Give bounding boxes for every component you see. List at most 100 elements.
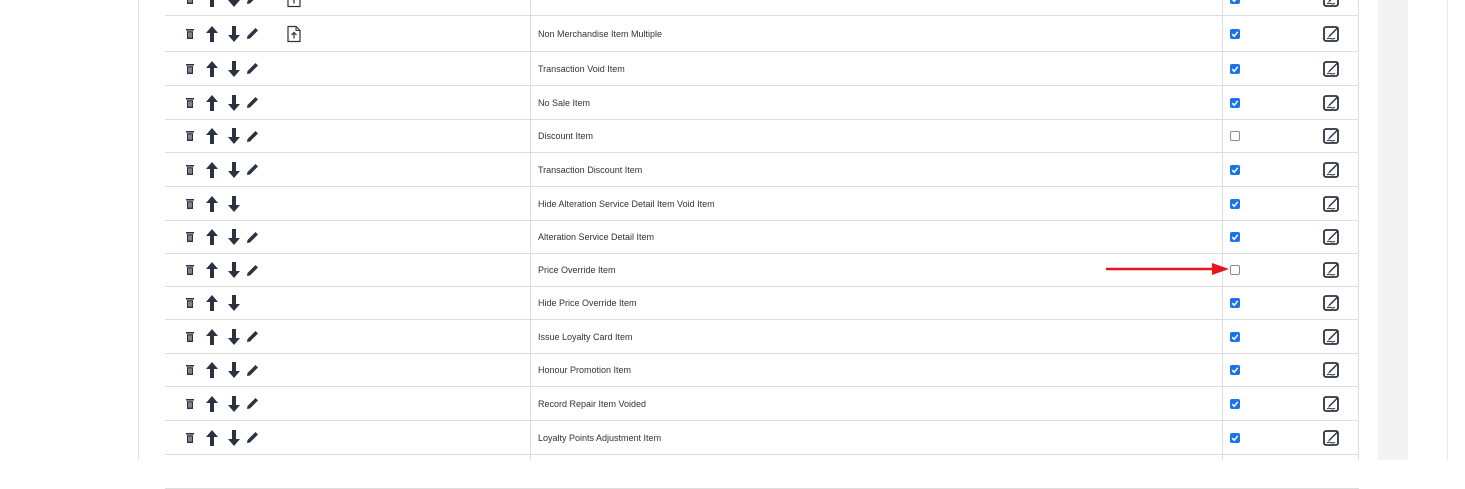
trash-icon[interactable] [179, 393, 201, 415]
edit-record-icon[interactable] [1323, 0, 1341, 8]
pencil-icon[interactable] [245, 23, 259, 45]
edit-record-icon[interactable] [1323, 395, 1341, 413]
trash-icon[interactable] [179, 326, 201, 348]
arrow-up-icon[interactable] [201, 359, 223, 381]
arrow-down-icon[interactable] [223, 359, 245, 381]
arrow-down-icon[interactable] [223, 125, 245, 147]
edit-record-icon[interactable] [1323, 94, 1341, 112]
arrow-up-icon[interactable] [201, 92, 223, 114]
row-actions [179, 0, 259, 15]
arrow-up-icon[interactable] [201, 159, 223, 181]
enabled-checkbox[interactable] [1230, 131, 1240, 141]
trash-icon[interactable] [179, 58, 201, 80]
pencil-icon[interactable] [245, 427, 259, 449]
arrow-down-icon[interactable] [223, 393, 245, 415]
table-row [165, 455, 1359, 489]
arrow-down-icon[interactable] [223, 159, 245, 181]
pencil-icon[interactable] [245, 58, 259, 80]
trash-icon[interactable] [179, 125, 201, 147]
edit-record-icon[interactable] [1323, 328, 1341, 346]
arrow-down-icon[interactable] [223, 292, 245, 314]
pencil-icon[interactable] [245, 326, 259, 348]
trash-icon[interactable] [179, 23, 201, 45]
arrow-up-icon[interactable] [201, 58, 223, 80]
pencil-icon[interactable] [245, 259, 259, 281]
document-upload-icon[interactable] [287, 25, 301, 42]
pencil-icon[interactable] [245, 226, 259, 248]
arrow-up-icon[interactable] [201, 226, 223, 248]
edit-record-icon[interactable] [1323, 261, 1341, 279]
edit-record-icon[interactable] [1323, 429, 1341, 447]
enabled-checkbox[interactable] [1230, 164, 1240, 175]
items-table: Non Merchandise Item Multiple Transaction… [165, 0, 1359, 489]
trash-icon[interactable] [179, 159, 201, 181]
enabled-checkbox[interactable] [1230, 265, 1240, 275]
trash-icon[interactable] [179, 292, 201, 314]
row-label: Non Merchandise Item Multiple [538, 28, 663, 39]
enabled-checkbox[interactable] [1230, 0, 1240, 4]
arrow-down-icon[interactable] [223, 193, 245, 215]
pencil-icon[interactable] [245, 359, 259, 381]
trash-icon[interactable] [179, 193, 201, 215]
row-label: Record Repair Item Voided [538, 398, 647, 409]
edit-record-icon[interactable] [1323, 25, 1341, 43]
trash-icon[interactable] [179, 427, 201, 449]
arrow-up-icon[interactable] [201, 0, 223, 10]
table-row [165, 0, 1359, 16]
enabled-checkbox[interactable] [1230, 97, 1240, 108]
enabled-checkbox[interactable] [1230, 232, 1240, 242]
trash-icon[interactable] [179, 259, 201, 281]
enabled-checkbox[interactable] [1230, 365, 1240, 375]
right-gutter [1378, 0, 1408, 460]
arrow-down-icon[interactable] [223, 58, 245, 80]
pencil-icon[interactable] [245, 92, 259, 114]
arrow-up-icon[interactable] [201, 292, 223, 314]
edit-record-icon[interactable] [1323, 361, 1341, 379]
enabled-checkbox[interactable] [1230, 432, 1240, 443]
red-arrow-annotation [1106, 263, 1229, 275]
arrow-down-icon[interactable] [223, 23, 245, 45]
trash-icon[interactable] [179, 92, 201, 114]
trash-icon[interactable] [179, 359, 201, 381]
pencil-icon[interactable] [245, 393, 259, 415]
document-upload-icon[interactable] [287, 0, 301, 7]
enabled-checkbox[interactable] [1230, 398, 1240, 409]
row-label: Discount Item [538, 131, 594, 141]
enabled-checkbox[interactable] [1230, 298, 1240, 308]
enabled-checkbox[interactable] [1230, 331, 1240, 342]
arrow-down-icon[interactable] [223, 0, 245, 10]
row-actions [179, 86, 259, 119]
pencil-icon[interactable] [245, 0, 259, 10]
arrow-down-icon[interactable] [223, 259, 245, 281]
edit-record-icon[interactable] [1323, 60, 1341, 78]
arrow-down-icon[interactable] [223, 226, 245, 248]
pencil-icon[interactable] [245, 159, 259, 181]
row-actions [179, 287, 245, 319]
arrow-up-icon[interactable] [201, 23, 223, 45]
edit-record-icon[interactable] [1323, 127, 1341, 145]
arrow-up-icon[interactable] [201, 393, 223, 415]
edit-record-icon[interactable] [1323, 228, 1341, 246]
arrow-up-icon[interactable] [201, 326, 223, 348]
table-row: No Sale Item [165, 86, 1359, 120]
row-label: Hide Price Override Item [538, 298, 637, 308]
arrow-up-icon[interactable] [201, 259, 223, 281]
edit-record-icon[interactable] [1323, 195, 1341, 213]
row-label: Issue Loyalty Card Item [538, 331, 633, 342]
arrow-down-icon[interactable] [223, 92, 245, 114]
enabled-checkbox[interactable] [1230, 198, 1240, 209]
arrow-up-icon[interactable] [201, 427, 223, 449]
edit-record-icon[interactable] [1323, 294, 1341, 312]
row-label: Transaction Discount Item [538, 164, 643, 175]
table-row: Transaction Discount Item [165, 153, 1359, 187]
trash-icon[interactable] [179, 226, 201, 248]
enabled-checkbox[interactable] [1230, 28, 1240, 39]
arrow-up-icon[interactable] [201, 125, 223, 147]
enabled-checkbox[interactable] [1230, 63, 1240, 74]
arrow-down-icon[interactable] [223, 326, 245, 348]
pencil-icon[interactable] [245, 125, 259, 147]
edit-record-icon[interactable] [1323, 161, 1341, 179]
arrow-up-icon[interactable] [201, 193, 223, 215]
trash-icon[interactable] [179, 0, 201, 10]
arrow-down-icon[interactable] [223, 427, 245, 449]
